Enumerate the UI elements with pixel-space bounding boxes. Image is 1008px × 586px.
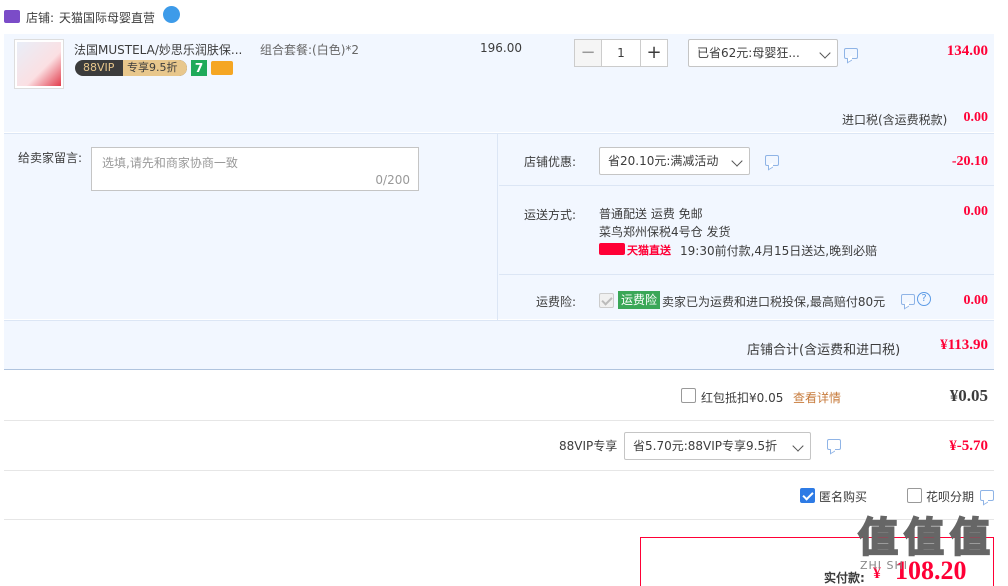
sku-text: 组合套餐:(白色)*2 xyxy=(260,43,360,57)
insurance-tag: 运费险 xyxy=(618,291,661,309)
seller-message-counter: 0/200 xyxy=(375,173,410,187)
shop-total-label: 店铺合计(含运费和进口税) xyxy=(747,343,901,358)
seven-day-return-icon: 7 xyxy=(191,60,207,76)
anonymous-label: 匿名购买 xyxy=(819,490,868,504)
red-packet-value: ¥0.05 xyxy=(949,386,988,405)
message-icon[interactable] xyxy=(901,294,915,305)
tmall-direct-label: 天猫直送 xyxy=(627,244,671,257)
shop-discount-label: 店铺优惠: xyxy=(524,155,577,169)
vip-select-value: 省5.70元:88VIP专享9.5折 xyxy=(633,439,778,453)
order-details-panel: 给卖家留言: 选填,请先和商家协商一致 0/200 店铺优惠: 省20.10元:… xyxy=(4,133,994,320)
message-icon[interactable] xyxy=(827,439,841,450)
payment-box: 实付款: ¥ 108.20 xyxy=(640,537,994,586)
shipping-row: 运送方式: 普通配送 运费 免邮 菜鸟郑州保税4号仓 发货 天猫直送 19:30… xyxy=(499,187,994,275)
chevron-down-icon xyxy=(819,47,831,59)
product-thumbnail[interactable] xyxy=(14,39,64,89)
shop-total-row: 店铺合计(含运费和进口税) ¥113.90 xyxy=(4,320,994,370)
seller-message-input[interactable]: 选填,请先和商家协商一致 0/200 xyxy=(91,147,419,191)
shipping-label: 运送方式: xyxy=(524,208,577,222)
red-packet-row: 红包抵扣¥0.05 查看详情 ¥0.05 xyxy=(4,371,994,421)
shipping-warehouse: 菜鸟郑州保税4号仓 发货 xyxy=(599,225,731,239)
vip-discount-label: 专享9.5折 xyxy=(123,60,187,76)
item-promo-select-value: 已省62元:母婴狂... xyxy=(697,46,800,60)
item-promo-select[interactable]: 已省62元:母婴狂... xyxy=(688,39,838,67)
options-row: 匿名购买 花呗分期 xyxy=(4,472,994,520)
quantity-decrease-button[interactable]: − xyxy=(574,39,602,67)
item-row: 法国MUSTELA/妙思乐润肤保... 88VIP 专享9.5折 7 组合套餐:… xyxy=(4,34,994,132)
insurance-value: 0.00 xyxy=(963,293,989,308)
vip-label: 88VIP专享 xyxy=(559,439,618,453)
message-label: 给卖家留言: xyxy=(18,151,83,165)
insurance-row: 运费险: 运费险 卖家已为运费和进口税投保,最高赔付80元 ? 0.00 xyxy=(499,276,994,320)
message-icon[interactable] xyxy=(844,48,858,59)
message-icon[interactable] xyxy=(765,155,779,166)
chevron-down-icon xyxy=(792,440,804,452)
payment-label: 实付款: xyxy=(824,571,865,585)
red-packet-label: 红包抵扣¥0.05 xyxy=(701,391,784,405)
shop-name-link[interactable]: 天猫国际母婴直营 xyxy=(59,9,155,26)
item-total: 134.00 xyxy=(946,43,988,59)
shop-header: 店铺: 天猫国际母婴直营 xyxy=(0,0,1008,34)
vip-badge: 88VIP 专享9.5折 xyxy=(75,60,187,76)
insurance-checkbox xyxy=(599,293,614,308)
import-tax-value: 0.00 xyxy=(963,110,989,125)
huabei-checkbox[interactable] xyxy=(907,488,922,503)
tmall-direct-icon xyxy=(599,243,625,255)
insurance-label: 运费险: xyxy=(536,295,577,309)
quantity-input[interactable]: 1 xyxy=(602,39,640,67)
help-icon[interactable]: ? xyxy=(917,292,931,306)
shipping-method: 普通配送 运费 免邮 xyxy=(599,207,703,221)
quantity-increase-button[interactable]: + xyxy=(640,39,668,67)
shipping-value: 0.00 xyxy=(963,204,989,219)
vip-select[interactable]: 省5.70元:88VIP专享9.5折 xyxy=(624,432,811,460)
vip-row: 88VIP专享 省5.70元:88VIP专享9.5折 ¥-5.70 xyxy=(4,422,994,471)
shop-discount-select[interactable]: 省20.10元:满减活动 xyxy=(599,147,750,175)
vip-value: ¥-5.70 xyxy=(949,438,988,454)
insurance-text: 卖家已为运费和进口税投保,最高赔付80元 xyxy=(662,295,886,309)
shop-label: 店铺: xyxy=(26,11,55,25)
credit-card-icon xyxy=(211,61,233,75)
payment-currency: ¥ xyxy=(873,565,881,582)
shop-discount-value: -20.10 xyxy=(951,154,988,169)
unit-price: 196.00 xyxy=(480,41,522,55)
huabei-label: 花呗分期 xyxy=(926,490,975,504)
product-thumbnail-image xyxy=(17,42,61,86)
vip-badge-label: 88VIP xyxy=(83,61,115,74)
shop-total-value: ¥113.90 xyxy=(940,337,988,353)
import-tax-label: 进口税(含运费税款) xyxy=(842,113,948,127)
chevron-down-icon xyxy=(731,155,743,167)
shop-discount-select-value: 省20.10元:满减活动 xyxy=(608,154,719,168)
tmall-shop-icon xyxy=(4,10,20,23)
red-packet-checkbox[interactable] xyxy=(681,388,696,403)
shop-discount-row: 店铺优惠: 省20.10元:满减活动 -20.10 xyxy=(499,134,994,186)
red-packet-detail-link[interactable]: 查看详情 xyxy=(793,389,841,406)
wangwang-chat-icon[interactable] xyxy=(163,6,180,23)
message-icon[interactable] xyxy=(980,490,994,501)
anonymous-checkbox[interactable] xyxy=(800,488,815,503)
product-title-link[interactable]: 法国MUSTELA/妙思乐润肤保... xyxy=(74,41,254,58)
seller-message-placeholder: 选填,请先和商家协商一致 xyxy=(102,156,238,170)
message-column: 给卖家留言: 选填,请先和商家协商一致 0/200 xyxy=(4,134,498,320)
payment-value: 108.20 xyxy=(895,556,967,585)
delivery-promise: 19:30前付款,4月15日送达,晚到必赔 xyxy=(680,244,878,258)
